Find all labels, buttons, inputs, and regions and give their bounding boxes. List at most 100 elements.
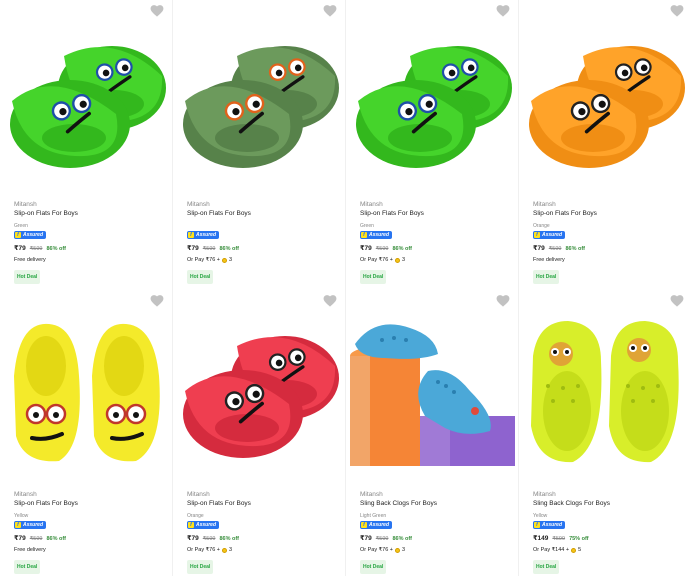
offer-text: Or Pay ₹76 +: [360, 257, 393, 263]
wishlist-heart-icon[interactable]: [496, 294, 510, 307]
product-card[interactable]: Mitansh Slip-on Flats For Boys Green f As…: [346, 0, 519, 290]
product-title[interactable]: Slip-on Flats For Boys: [533, 209, 688, 221]
product-brand: Mitansh: [14, 201, 37, 208]
offer-line: Or Pay ₹76 + 3: [187, 254, 342, 266]
product-title[interactable]: Slip-on Flats For Boys: [360, 209, 515, 221]
price-row: ₹149 ₹599 75% off: [533, 533, 688, 544]
product-mrp: ₹599: [548, 245, 562, 252]
offer-line: Free delivery: [14, 544, 169, 556]
assured-badge: f Assured: [14, 521, 47, 529]
product-card[interactable]: Mitansh Slip-on Flats For Boys Yellow fA…: [0, 290, 173, 576]
offer-line: Or Pay ₹76 + 3: [360, 254, 515, 266]
supercoin-count: 5: [578, 547, 582, 553]
hot-deal-badge: Hot Deal: [533, 270, 560, 284]
product-image[interactable]: [177, 26, 342, 176]
product-card[interactable]: Mitansh Sling Back Clogs For Boys Light …: [346, 290, 519, 576]
offer-text: Free delivery: [14, 547, 46, 553]
product-card[interactable]: Mitansh Sling Back Clogs For Boys Yellow…: [519, 290, 692, 576]
assured-logo-icon: f: [361, 522, 367, 528]
wishlist-heart-icon[interactable]: [670, 294, 684, 307]
wishlist-heart-icon[interactable]: [670, 4, 684, 17]
product-image[interactable]: [4, 316, 169, 466]
supercoin-icon: [222, 257, 227, 263]
product-price: ₹79: [14, 534, 26, 542]
discount-percent: 86% off: [392, 245, 413, 252]
offer-text: Or Pay ₹76 +: [187, 257, 220, 263]
supercoin-icon: [395, 257, 400, 263]
product-title[interactable]: Slip-on Flats For Boys: [187, 209, 342, 221]
product-brand: Mitansh: [533, 201, 556, 208]
price-row: ₹79 ₹599 86% off: [187, 533, 342, 544]
offer-text: Free delivery: [14, 257, 46, 263]
product-card[interactable]: Mitansh Slip-on Flats For Boys Orange fA…: [173, 290, 346, 576]
assured-badge: f Assured: [360, 231, 393, 239]
product-brand: Mitansh: [533, 491, 556, 498]
supercoin-count: 3: [402, 547, 406, 553]
product-price: ₹79: [533, 244, 545, 252]
product-image[interactable]: [350, 26, 515, 176]
assured-label: Assured: [542, 522, 563, 528]
product-title[interactable]: Slip-on Flats For Boys: [14, 209, 169, 221]
offer-line: Free delivery: [533, 254, 688, 266]
hot-deal-badge: Hot Deal: [187, 270, 214, 284]
product-mrp: ₹599: [375, 245, 389, 252]
product-mrp: ₹599: [29, 535, 43, 542]
wishlist-heart-icon[interactable]: [150, 4, 164, 17]
product-price: ₹79: [360, 244, 372, 252]
product-mrp: ₹599: [552, 535, 566, 542]
product-title[interactable]: Sling Back Clogs For Boys: [360, 499, 515, 511]
product-mrp: ₹599: [202, 535, 216, 542]
product-image[interactable]: [4, 26, 169, 176]
discount-percent: 86% off: [565, 245, 586, 252]
assured-badge: f Assured: [533, 231, 566, 239]
product-card[interactable]: Mitansh Slip-on Flats For Boys f Assured …: [173, 0, 346, 290]
assured-label: Assured: [369, 232, 390, 238]
price-row: ₹79 ₹599 86% off: [533, 243, 688, 254]
hot-deal-badge: Hot Deal: [14, 270, 41, 284]
assured-badge: f Assured: [187, 231, 220, 239]
product-grid: Mitansh Slip-on Flats For Boys Green f As…: [0, 0, 693, 576]
assured-badge: f Assured: [533, 521, 566, 529]
product-price: ₹79: [14, 244, 26, 252]
price-row: ₹79 ₹599 86% off: [14, 533, 169, 544]
product-image[interactable]: [523, 26, 688, 176]
supercoin-icon: [395, 547, 400, 553]
product-info: Mitansh Slip-on Flats For Boys Green f As…: [360, 200, 515, 284]
assured-label: Assured: [196, 232, 217, 238]
product-card[interactable]: Mitansh Slip-on Flats For Boys Green f As…: [0, 0, 173, 290]
offer-text: Or Pay ₹144 +: [533, 547, 570, 553]
product-color: Light Green: [360, 513, 387, 519]
product-card[interactable]: Mitansh Slip-on Flats For Boys Orange fA…: [519, 0, 692, 290]
wishlist-heart-icon[interactable]: [150, 294, 164, 307]
supercoin-icon: [571, 547, 577, 553]
hot-deal-badge: Hot Deal: [533, 560, 560, 574]
discount-percent: 75% off: [569, 535, 589, 542]
product-image[interactable]: [350, 316, 515, 466]
price-row: ₹79 ₹599 86% off: [187, 243, 342, 254]
assured-logo-icon: f: [534, 522, 540, 528]
discount-percent: 86% off: [219, 535, 240, 542]
offer-line: Or Pay ₹144 + 5: [533, 544, 688, 556]
wishlist-heart-icon[interactable]: [323, 294, 337, 307]
product-image[interactable]: [523, 316, 688, 466]
offer-line: Or Pay ₹76 + 3: [187, 544, 342, 556]
product-brand: Mitansh: [187, 201, 210, 208]
product-title[interactable]: Slip-on Flats For Boys: [14, 499, 169, 511]
product-price: ₹79: [187, 534, 199, 542]
product-image[interactable]: [177, 316, 342, 466]
supercoin-count: 3: [229, 547, 233, 553]
product-mrp: ₹599: [375, 535, 389, 542]
product-mrp: ₹599: [202, 245, 216, 252]
product-color: Yellow: [14, 513, 29, 519]
wishlist-heart-icon[interactable]: [496, 4, 510, 17]
product-title[interactable]: Slip-on Flats For Boys: [187, 499, 342, 511]
assured-badge: f Assured: [14, 231, 47, 239]
wishlist-heart-icon[interactable]: [323, 4, 337, 17]
product-info: Mitansh Slip-on Flats For Boys Orange fA…: [187, 490, 342, 574]
product-info: Mitansh Sling Back Clogs For Boys Light …: [360, 490, 515, 574]
product-color: Green: [360, 223, 374, 229]
offer-text: Or Pay ₹76 +: [360, 547, 393, 553]
product-brand: Mitansh: [360, 201, 383, 208]
hot-deal-badge: Hot Deal: [360, 560, 387, 574]
product-title[interactable]: Sling Back Clogs For Boys: [533, 499, 688, 511]
